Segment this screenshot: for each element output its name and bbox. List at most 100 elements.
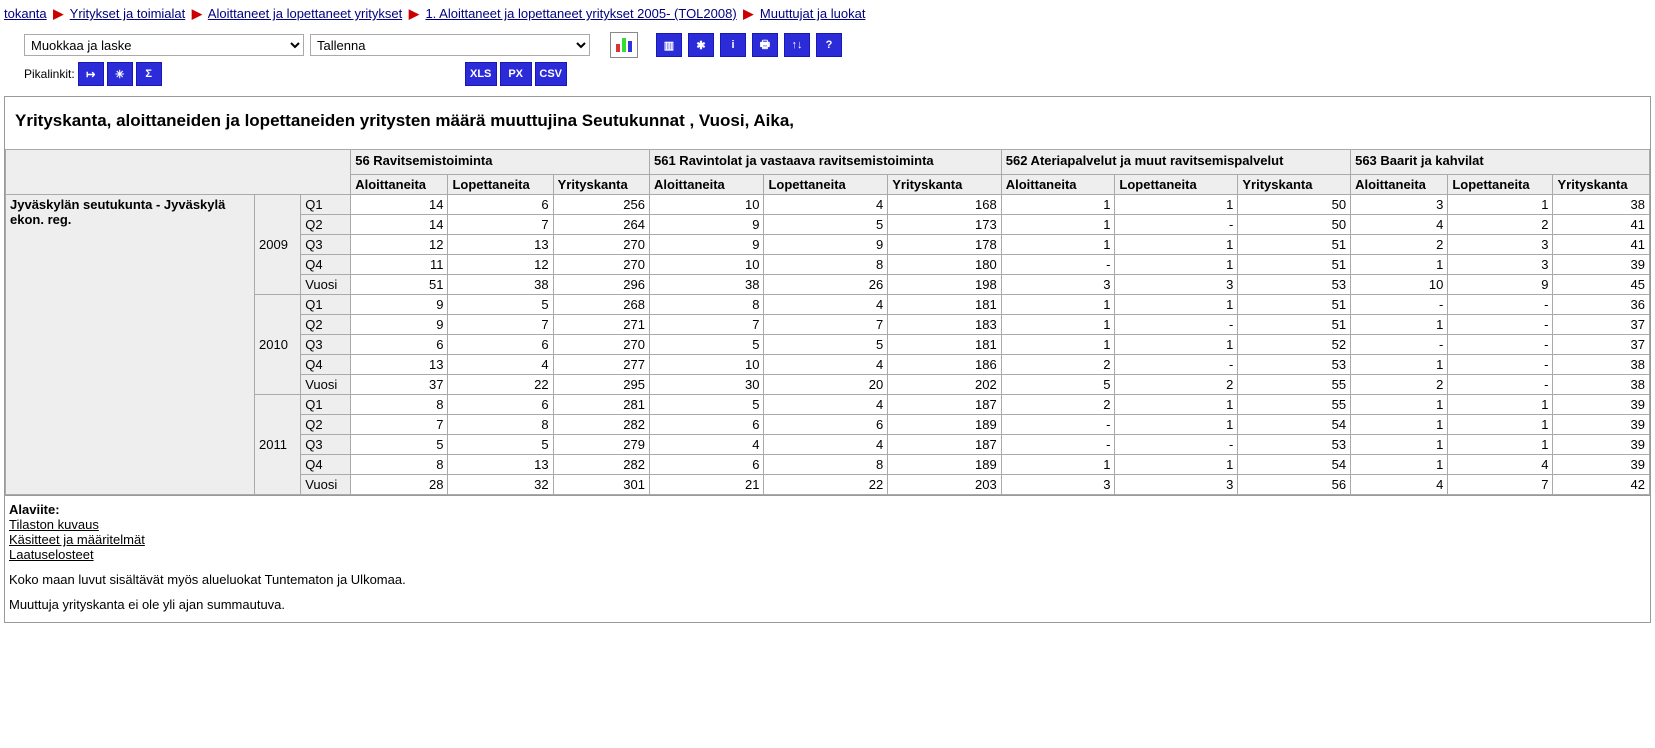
data-cell: 1 (1351, 315, 1448, 335)
data-cell: 3 (1448, 235, 1553, 255)
data-cell: 9 (351, 315, 448, 335)
breadcrumb-sep-icon: ▶ (406, 6, 422, 21)
data-cell: 12 (448, 255, 553, 275)
data-cell: 5 (764, 215, 888, 235)
data-cell: - (1115, 355, 1238, 375)
data-cell: 9 (351, 295, 448, 315)
data-cell: 6 (448, 395, 553, 415)
data-cell: 26 (764, 275, 888, 295)
info-icon[interactable]: i (720, 33, 746, 57)
data-cell: 45 (1553, 275, 1650, 295)
data-cell: 9 (1448, 275, 1553, 295)
data-cell: 38 (448, 275, 553, 295)
data-cell: 51 (1238, 315, 1351, 335)
data-cell: 301 (553, 475, 649, 495)
footnote-link[interactable]: Tilaston kuvaus (9, 517, 99, 532)
data-cell: 5 (1001, 375, 1115, 395)
row-period-header: Q4 (301, 355, 351, 375)
data-cell: 12 (351, 235, 448, 255)
data-cell: 55 (1238, 395, 1351, 415)
row-period-header: Vuosi (301, 275, 351, 295)
sort-icon[interactable]: ↑↓ (784, 33, 810, 57)
quicklink-sum-icon[interactable]: Σ (136, 62, 162, 86)
corner-header (6, 150, 351, 195)
data-cell: 4 (764, 395, 888, 415)
data-cell: 187 (888, 435, 1001, 455)
quicklink-arrow-right-icon[interactable]: ↦ (78, 62, 104, 86)
data-cell: 271 (553, 315, 649, 335)
data-cell: 3 (1001, 275, 1115, 295)
data-cell: 56 (1238, 475, 1351, 495)
data-cell: 2 (1351, 375, 1448, 395)
data-cell: 51 (1238, 255, 1351, 275)
columns-icon[interactable]: ▥ (656, 33, 682, 57)
data-cell: 5 (764, 335, 888, 355)
footnote-link[interactable]: Käsitteet ja määritelmät (9, 532, 145, 547)
help-icon[interactable]: ? (816, 33, 842, 57)
footnote-link[interactable]: Laatuselosteet (9, 547, 94, 562)
data-cell: 3 (1115, 275, 1238, 295)
data-cell: 14 (351, 195, 448, 215)
data-cell: 2 (1001, 355, 1115, 375)
data-cell: 1 (1351, 355, 1448, 375)
data-cell: 1 (1001, 455, 1115, 475)
sub-col-header: Aloittaneita (351, 175, 448, 195)
data-cell: 5 (448, 435, 553, 455)
data-cell: 1 (1448, 195, 1553, 215)
data-cell: 6 (448, 195, 553, 215)
breadcrumb-item[interactable]: Aloittaneet ja lopettaneet yritykset (208, 6, 402, 21)
data-cell: 51 (351, 275, 448, 295)
download-px-button[interactable]: PX (500, 62, 532, 86)
breadcrumb-item[interactable]: Muuttujat ja luokat (760, 6, 866, 21)
data-cell: 296 (553, 275, 649, 295)
col-group-header: 561 Ravintolat ja vastaava ravitsemistoi… (650, 150, 1002, 175)
sub-col-header: Yrityskanta (1553, 175, 1650, 195)
row-year-header: 2010 (255, 295, 301, 395)
row-period-header: Q4 (301, 255, 351, 275)
data-cell: 5 (650, 395, 764, 415)
quicklink-snowflake-icon[interactable]: ✳ (107, 62, 133, 86)
breadcrumb-item[interactable]: Yritykset ja toimialat (70, 6, 186, 21)
data-cell: 20 (764, 375, 888, 395)
chart-button[interactable] (610, 32, 638, 58)
data-cell: 4 (764, 195, 888, 215)
data-cell: 270 (553, 335, 649, 355)
data-cell: - (1448, 295, 1553, 315)
footnote-text: Muuttuja yrityskanta ei ole yli ajan sum… (9, 597, 1646, 612)
data-cell: - (1001, 255, 1115, 275)
data-cell: 4 (764, 435, 888, 455)
breadcrumb-item[interactable]: tokanta (4, 6, 47, 21)
quicklinks-label: Pikalinkit: (24, 67, 75, 81)
download-csv-button[interactable]: CSV (535, 62, 567, 86)
save-select[interactable]: Tallenna (310, 34, 590, 56)
data-cell: 38 (1553, 375, 1650, 395)
data-cell: 189 (888, 455, 1001, 475)
data-cell: 10 (650, 195, 764, 215)
data-cell: 7 (764, 315, 888, 335)
data-cell: 1 (1351, 455, 1448, 475)
print-icon[interactable]: 🖶 (752, 33, 778, 57)
breadcrumb-item[interactable]: 1. Aloittaneet ja lopettaneet yritykset … (425, 6, 736, 21)
data-cell: 7 (650, 315, 764, 335)
data-cell: 9 (650, 235, 764, 255)
data-cell: 3 (1001, 475, 1115, 495)
row-region-header: Jyväskylän seutukunta - Jyväskylä ekon. … (6, 195, 255, 495)
data-cell: 1 (1351, 395, 1448, 415)
data-cell: 1 (1448, 415, 1553, 435)
data-cell: 32 (448, 475, 553, 495)
data-cell: 7 (448, 215, 553, 235)
edit-calc-select[interactable]: Muokkaa ja laske (24, 34, 304, 56)
data-cell: - (1001, 415, 1115, 435)
data-cell: - (1351, 335, 1448, 355)
data-cell: 1 (1001, 335, 1115, 355)
bar-chart-icon (616, 38, 632, 52)
data-cell: 41 (1553, 215, 1650, 235)
data-cell: 6 (764, 415, 888, 435)
download-xls-button[interactable]: XLS (465, 62, 497, 86)
row-period-header: Q3 (301, 235, 351, 255)
asterisk-icon[interactable]: ✱ (688, 33, 714, 57)
data-cell: 50 (1238, 215, 1351, 235)
data-cell: 3 (1448, 255, 1553, 275)
data-cell: 9 (650, 215, 764, 235)
data-cell: 8 (764, 255, 888, 275)
